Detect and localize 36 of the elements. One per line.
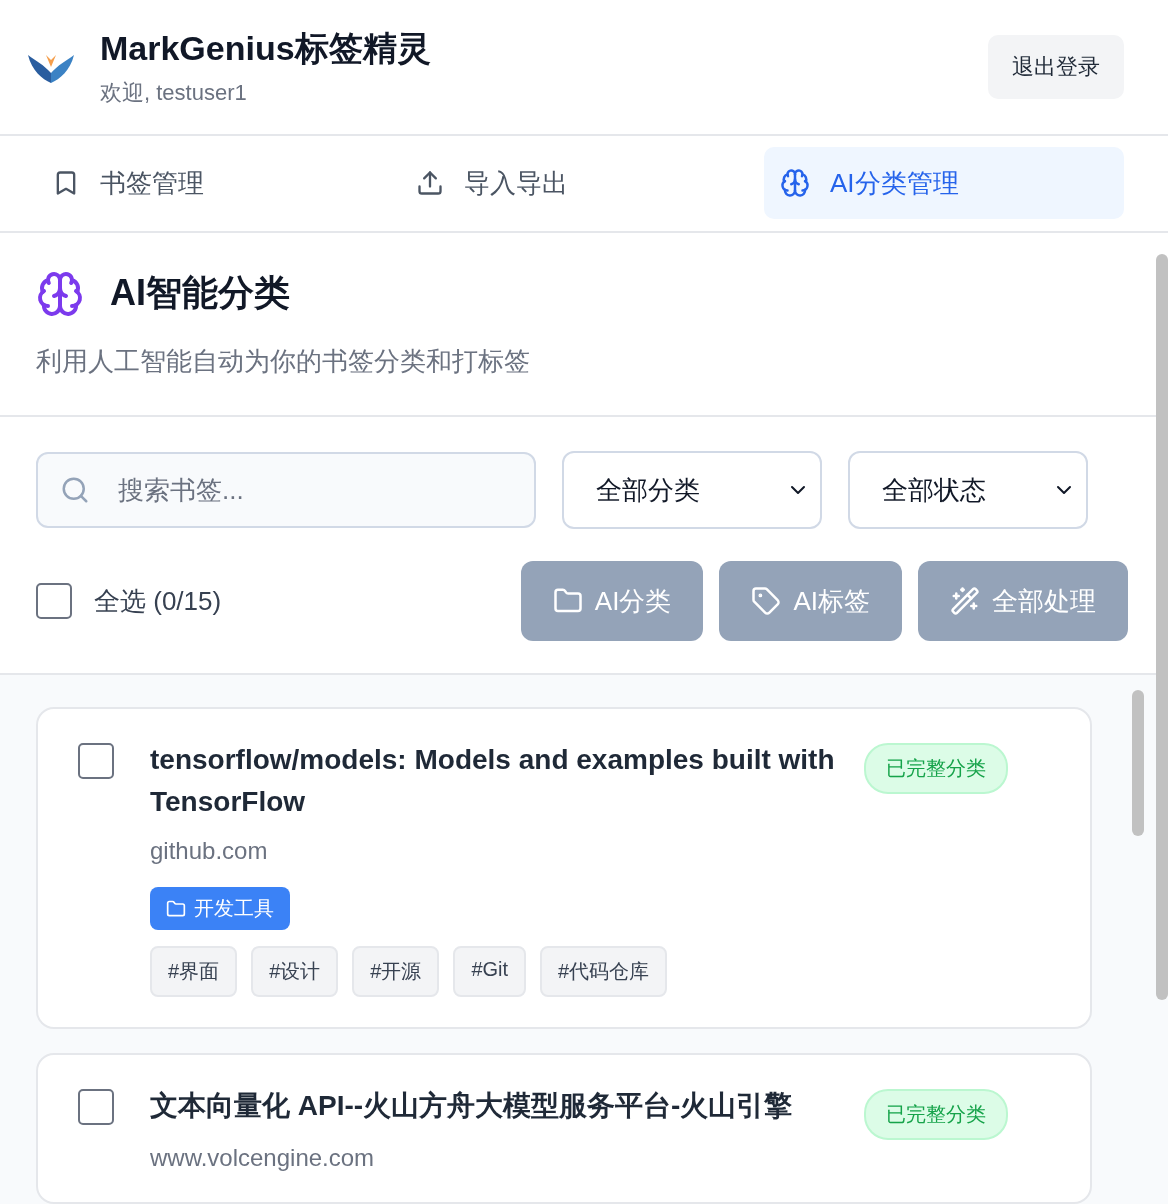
category-badge: 开发工具: [150, 887, 290, 930]
tag-chip: #设计: [251, 946, 339, 997]
scrollbar[interactable]: [1132, 690, 1144, 836]
checkbox[interactable]: [78, 1089, 114, 1125]
checkbox[interactable]: [36, 583, 72, 619]
tag-chip: #开源: [352, 946, 440, 997]
status-badge: 已完整分类: [864, 743, 1008, 794]
search-field[interactable]: 搜索书签...: [36, 452, 536, 528]
select-all-label: 全选 (0/15): [94, 584, 222, 618]
checkbox[interactable]: [78, 743, 114, 779]
tag-chip: #界面: [150, 946, 238, 997]
status-badge: 已完整分类: [864, 1089, 1008, 1140]
bookmark-domain: github.com: [150, 837, 269, 865]
welcome-text: 欢迎, testuser1: [100, 78, 248, 107]
folder-icon: [166, 898, 186, 919]
app-title: MarkGenius标签精灵: [100, 27, 432, 69]
logout-button[interactable]: 退出登录: [988, 34, 1124, 99]
nav-tab[interactable]: AI分类管理: [764, 147, 1124, 220]
brain-icon: [36, 269, 84, 318]
nav-tab[interactable]: 书签管理: [36, 147, 220, 220]
scrollbar[interactable]: [1156, 254, 1168, 1000]
tag-chip: #代码仓库: [540, 946, 668, 997]
bookmark-title[interactable]: tensorflow/models: Models and examples built with TensorFlow: [150, 739, 840, 823]
tag-chip: #Git: [453, 946, 527, 997]
bookmark-title[interactable]: 文本向量化 API--火山方舟大模型服务平台-火山引擎: [150, 1085, 840, 1127]
filter-dropdown[interactable]: 全部分类: [562, 451, 822, 529]
tag-icon: [751, 586, 782, 616]
filter-dropdown[interactable]: 全部状态: [848, 451, 1088, 529]
section-title: AI智能分类: [110, 271, 290, 315]
bookmark-domain: www.volcengine.com: [150, 1144, 376, 1172]
section-subtitle: 利用人工智能自动为你的书签分类和打标签: [36, 345, 531, 378]
magic-wand-icon: [950, 586, 980, 616]
search-icon: [60, 475, 90, 505]
upload-icon: [416, 169, 444, 198]
nav-tab[interactable]: 导入导出: [400, 147, 584, 220]
brain-icon: [780, 168, 810, 199]
